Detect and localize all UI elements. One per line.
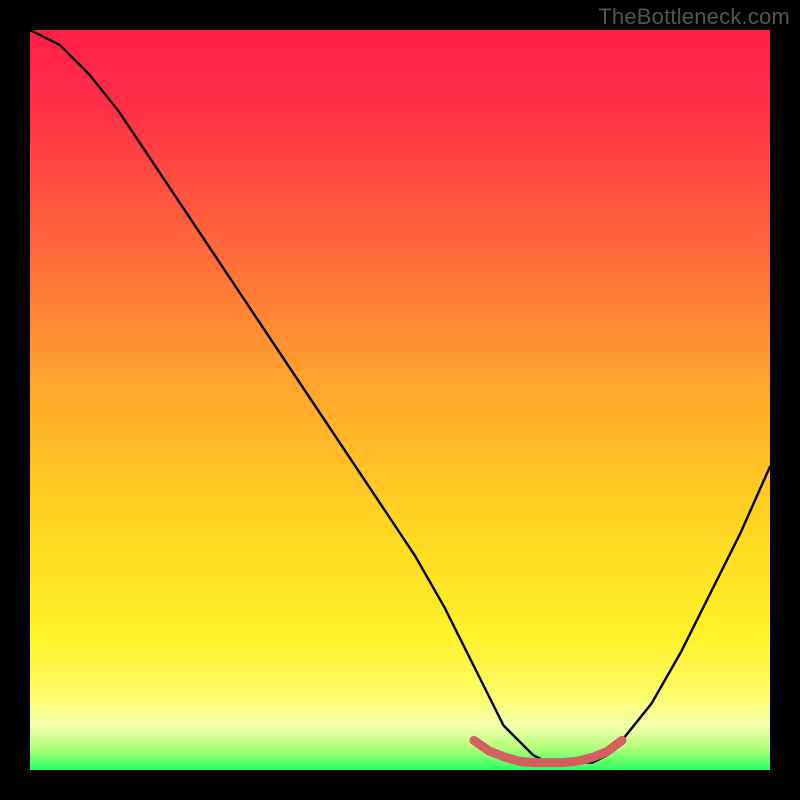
chart-svg: [30, 30, 770, 770]
chart-frame: TheBottleneck.com: [0, 0, 800, 800]
watermark-text: TheBottleneck.com: [598, 4, 790, 30]
plot-area: [30, 30, 770, 770]
gradient-background: [30, 30, 770, 770]
